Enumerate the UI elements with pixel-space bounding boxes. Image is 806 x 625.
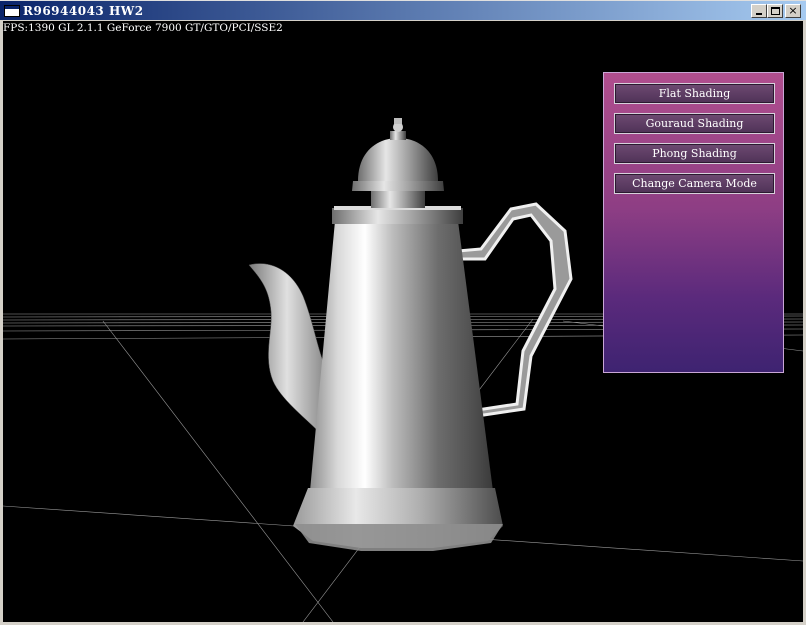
teapot-spout: [248, 263, 326, 432]
opengl-viewport[interactable]: FPS:1390 GL 2.1.1 GeForce 7900 GT/GTO/PC…: [3, 21, 803, 622]
change-camera-mode-button[interactable]: Change Camera Mode: [614, 173, 775, 194]
shading-control-panel: Flat Shading Gouraud Shading Phong Shadi…: [603, 72, 784, 373]
fps-overlay: FPS:1390 GL 2.1.1 GeForce 7900 GT/GTO/PC…: [3, 22, 283, 34]
window-title: R96944043 HW2: [23, 4, 144, 18]
title-bar[interactable]: R96944043 HW2 ×: [0, 0, 806, 20]
close-button[interactable]: ×: [785, 4, 801, 18]
gouraud-shading-button[interactable]: Gouraud Shading: [614, 113, 775, 134]
application-window: R96944043 HW2 × FPS:1390 GL 2.1.1 GeForc…: [0, 0, 806, 625]
minimize-button[interactable]: [751, 4, 767, 18]
phong-shading-button[interactable]: Phong Shading: [614, 143, 775, 164]
app-icon[interactable]: [4, 5, 20, 17]
minimize-icon: [756, 13, 762, 15]
maximize-icon: [771, 7, 780, 15]
teapot-body: [310, 221, 493, 491]
close-icon: ×: [788, 4, 798, 17]
flat-shading-button[interactable]: Flat Shading: [614, 83, 775, 104]
maximize-button[interactable]: [767, 4, 783, 18]
